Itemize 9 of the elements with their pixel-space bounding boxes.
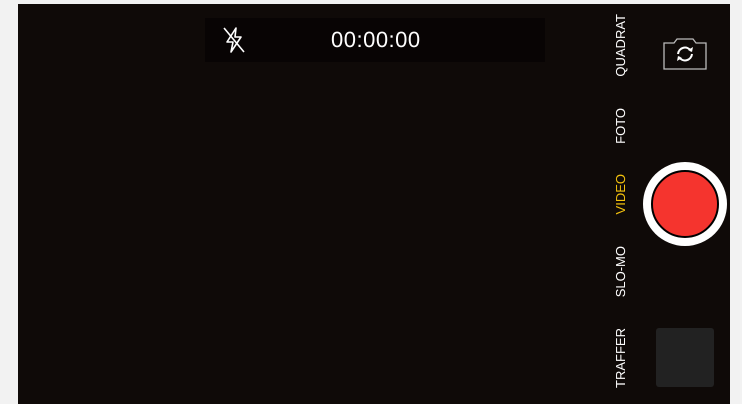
camera-mode[interactable]: TRAFFER <box>612 328 628 388</box>
camera-mode[interactable]: FOTO <box>612 108 628 144</box>
camera-mode[interactable]: SLO-MO <box>612 246 628 298</box>
last-photo-thumbnail[interactable] <box>656 328 714 387</box>
camera-mode[interactable]: VIDEO <box>612 174 628 215</box>
switch-camera-icon[interactable] <box>662 37 708 71</box>
camera-mode[interactable]: QUADRAT <box>612 14 628 77</box>
recording-timer: 00:00:00 <box>331 27 421 53</box>
flash-off-icon[interactable] <box>221 25 247 55</box>
